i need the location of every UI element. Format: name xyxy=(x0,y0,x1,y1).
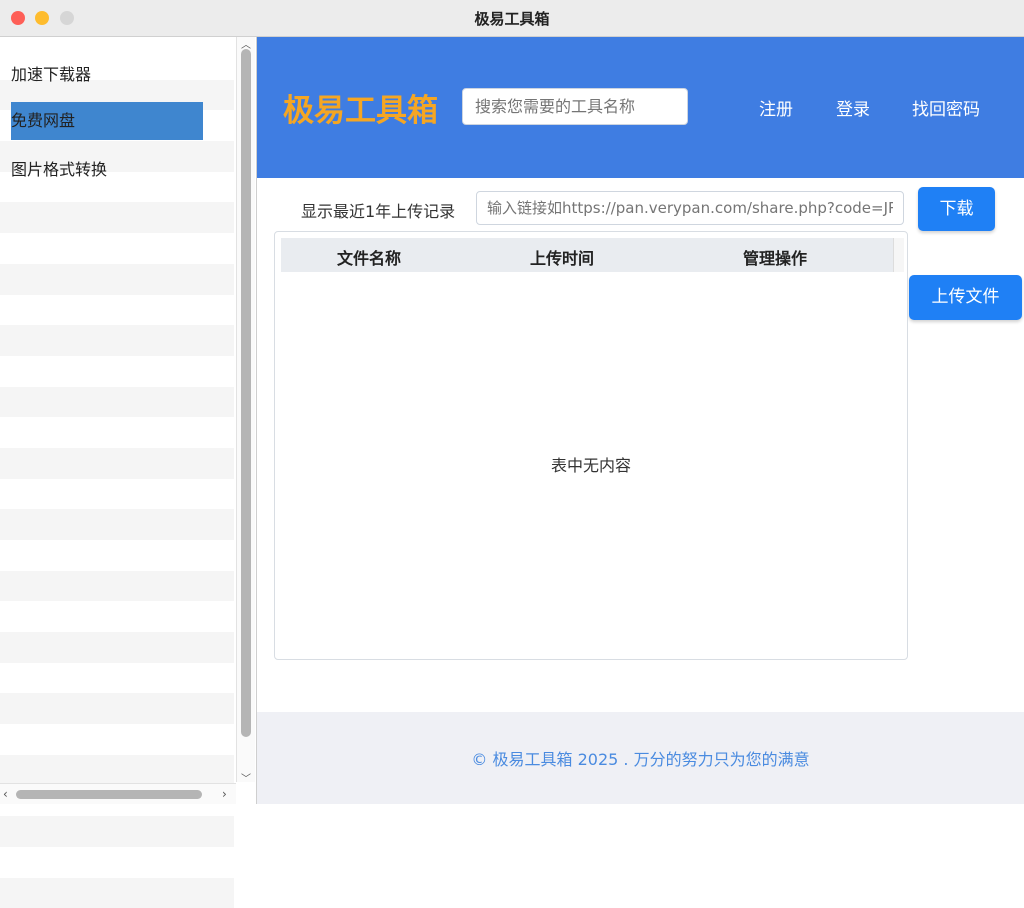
horizontal-scroll-thumb[interactable] xyxy=(16,790,202,799)
brand-logo: 极易工具箱 xyxy=(283,93,438,129)
table-scrollbar[interactable] xyxy=(893,238,904,272)
empty-table-message: 表中无内容 xyxy=(550,456,631,475)
sidebar-item-label: 免费网盘 xyxy=(11,102,203,140)
column-header-filename[interactable]: 文件名称 xyxy=(337,245,401,269)
sidebar-vertical-scrollbar[interactable]: ︿ ﹀ xyxy=(236,37,255,785)
app-window: 极易工具箱 加速下载器 免费网盘 图片格式转换 ︿ ﹀ ‹ › 极易工具箱 搜索… xyxy=(0,0,1024,908)
sidebar-item-label: 加速下载器 xyxy=(11,65,92,84)
sidebar: 加速下载器 免费网盘 图片格式转换 ︿ ﹀ ‹ › xyxy=(0,37,257,908)
sidebar-item-image-converter[interactable]: 图片格式转换 xyxy=(0,150,234,190)
upload-file-button[interactable]: 上传文件 xyxy=(909,275,1022,320)
login-link[interactable]: 登录 xyxy=(836,95,870,120)
sidebar-item-accelerated-downloader[interactable]: 加速下载器 xyxy=(0,55,234,95)
sidebar-horizontal-scrollbar[interactable]: ‹ › xyxy=(0,783,236,804)
file-table: 文件名称 上传时间 管理操作 表中无内容 xyxy=(274,231,908,660)
vertical-scroll-thumb[interactable] xyxy=(241,49,251,737)
header-bar: 极易工具箱 注册 登录 找回密码 xyxy=(257,37,1024,178)
search-input[interactable] xyxy=(462,88,688,125)
share-link-input[interactable] xyxy=(476,191,904,225)
footer-copyright: © 极易工具箱 2025 . 万分的努力只为您的满意 xyxy=(471,750,810,769)
download-button[interactable]: 下载 xyxy=(918,187,995,231)
sidebar-item-label: 图片格式转换 xyxy=(11,160,108,179)
sidebar-item-free-netdisk[interactable]: 免费网盘 xyxy=(0,101,234,141)
register-link[interactable]: 注册 xyxy=(759,95,793,120)
table-header: 文件名称 上传时间 管理操作 xyxy=(281,238,904,272)
scroll-left-icon[interactable]: ‹ xyxy=(3,787,8,801)
scroll-right-icon[interactable]: › xyxy=(222,787,227,801)
footer: © 极易工具箱 2025 . 万分的努力只为您的满意 xyxy=(257,712,1024,804)
title-bar: 极易工具箱 xyxy=(0,0,1024,37)
column-header-actions[interactable]: 管理操作 xyxy=(743,245,807,269)
history-label: 显示最近1年上传记录 xyxy=(301,202,456,221)
scroll-down-icon[interactable]: ﹀ xyxy=(241,770,251,785)
recover-password-link[interactable]: 找回密码 xyxy=(912,95,980,120)
window-title: 极易工具箱 xyxy=(474,10,550,28)
column-header-upload-time[interactable]: 上传时间 xyxy=(530,245,594,269)
